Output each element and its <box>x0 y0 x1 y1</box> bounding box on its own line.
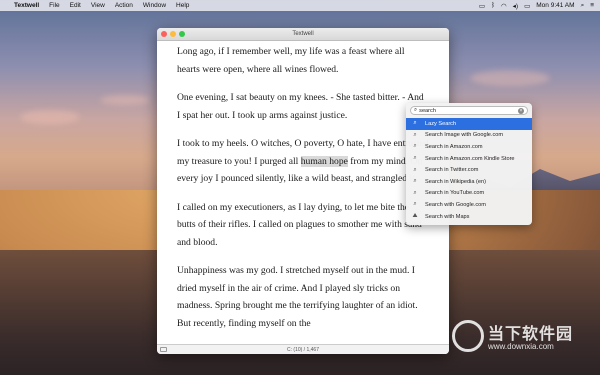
search-input[interactable]: search <box>419 108 518 114</box>
watermark-url: www.downxia.com <box>488 342 554 351</box>
menu-view[interactable]: View <box>91 2 105 9</box>
action-popup: ⌕ search × ⌕ Lazy Search ⌕ Search Image wi… <box>406 103 532 225</box>
minimize-button[interactable] <box>170 31 176 37</box>
menu-action[interactable]: Action <box>115 2 133 9</box>
search-field[interactable]: ⌕ search × <box>410 106 528 115</box>
cloud <box>20 110 80 124</box>
spotlight-icon[interactable]: ⌕ <box>581 2 585 10</box>
search-icon: ⌕ <box>413 189 417 196</box>
battery-icon[interactable]: ▭ <box>524 2 530 10</box>
search-icon: ⌕ <box>413 120 417 127</box>
maximize-button[interactable] <box>179 31 185 37</box>
paragraph: I called on my executioners, as I lay dy… <box>177 201 422 248</box>
action-item[interactable]: ⌕ Search in YouTube.com <box>406 188 532 200</box>
action-item[interactable]: ⌕ Search with Google.com <box>406 199 532 211</box>
search-icon: ⌕ <box>413 155 417 162</box>
menu-bar: Textwell File Edit View Action Window He… <box>0 0 600 11</box>
action-item[interactable]: ⛰ Search with Maps <box>406 211 532 223</box>
menu-file[interactable]: File <box>49 2 59 9</box>
paragraph: Unhappiness was my god. I stretched myse… <box>177 265 418 329</box>
search-icon: ⌕ <box>413 131 417 138</box>
screen-mirror-icon[interactable]: ▭ <box>479 2 485 10</box>
watermark: 当下软件园 www.downxia.com <box>452 318 592 363</box>
action-item[interactable]: ⌕ Search in Amazon.com Kindle Store <box>406 153 532 165</box>
title-bar[interactable]: Textwell <box>157 28 449 41</box>
menu-edit[interactable]: Edit <box>70 2 81 9</box>
menu-clock[interactable]: Mon 9:41 AM <box>536 2 574 9</box>
action-item[interactable]: ⌕ Search in Twitter.com <box>406 164 532 176</box>
character-count: C: (10) / 1,467 <box>287 346 319 353</box>
status-area: ▭ ᛒ ◠ ◂) ▭ Mon 9:41 AM ⌕ ≡ <box>479 2 594 10</box>
search-icon: ⌕ <box>414 107 418 113</box>
watermark-title: 当下软件园 <box>488 326 574 343</box>
paragraph: One evening, I sat beauty on my knees. -… <box>177 92 424 121</box>
notification-center-icon[interactable]: ≡ <box>590 2 594 9</box>
search-icon: ⌕ <box>413 178 417 185</box>
cloud <box>470 70 550 86</box>
paragraph: Long ago, if I remember well, my life wa… <box>177 46 405 75</box>
volume-icon[interactable]: ◂) <box>513 2 518 10</box>
action-item[interactable]: ⌕ Search Image with Google.com <box>406 130 532 142</box>
menu-app-name[interactable]: Textwell <box>14 2 39 9</box>
status-bar: C: (10) / 1,467 <box>157 344 449 354</box>
selected-text[interactable]: human hope <box>300 155 348 167</box>
search-icon: ⌕ <box>413 166 417 173</box>
action-item[interactable]: ⌕ Search in Wikipedia (en) <box>406 176 532 188</box>
sidebar-toggle-icon[interactable] <box>160 347 167 352</box>
action-item[interactable]: ⌕ Lazy Search <box>406 118 532 130</box>
watermark-logo-icon <box>452 320 484 352</box>
menu-window[interactable]: Window <box>143 2 166 9</box>
map-icon: ⛰ <box>412 213 418 220</box>
search-icon: ⌕ <box>413 143 417 150</box>
clear-icon[interactable]: × <box>518 107 524 114</box>
wifi-icon[interactable]: ◠ <box>501 2 507 10</box>
window-title: Textwell <box>292 31 314 37</box>
bluetooth-icon[interactable]: ᛒ <box>491 2 495 9</box>
cloud <box>100 95 150 105</box>
close-button[interactable] <box>161 31 167 37</box>
search-icon: ⌕ <box>413 201 417 208</box>
menu-help[interactable]: Help <box>176 2 189 9</box>
window-controls <box>161 31 185 37</box>
paragraph: I took to my heels. O witches, O poverty… <box>177 138 429 184</box>
action-item[interactable]: ⌕ Search in Amazon.com <box>406 141 532 153</box>
